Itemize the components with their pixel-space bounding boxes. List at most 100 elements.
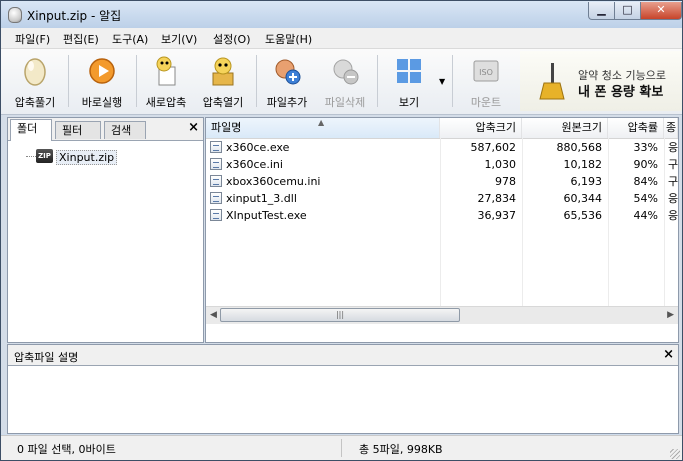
close-icon[interactable]: ×: [188, 120, 199, 135]
exe-file-icon: [210, 209, 222, 221]
zip-archive-icon: ZIP: [36, 149, 53, 163]
status-divider: [341, 439, 342, 457]
mount-label: 마운트: [470, 96, 502, 109]
packed-size: 587,602: [470, 141, 517, 154]
file-list-header: 파일명 ▲ 압축크기 원본크기 압축률 종: [206, 118, 678, 139]
extract-label: 압축풀기: [14, 96, 56, 109]
packed-size: 1,030: [484, 158, 517, 171]
description-title: 압축파일 설명: [14, 351, 79, 364]
original-size: 6,193: [570, 175, 603, 188]
original-size: 880,568: [556, 141, 603, 154]
column-label: 파일명: [211, 121, 242, 134]
column-header-ratio[interactable]: 압축률: [608, 118, 664, 138]
file-type: 구: [668, 158, 678, 171]
ad-banner[interactable]: 알약 청소 기능으로 내 폰 용량 확보: [520, 51, 682, 111]
sort-ascending-icon: ▲: [318, 118, 325, 127]
menu-settings[interactable]: 설정(O): [213, 31, 250, 47]
maximize-button[interactable]: □: [614, 2, 641, 20]
window-title: Xinput.zip - 알집: [27, 9, 122, 23]
close-icon[interactable]: ×: [663, 347, 674, 362]
close-window-button[interactable]: ✕: [640, 2, 682, 20]
add-file-button[interactable]: 파일추가: [259, 51, 315, 111]
menu-tools[interactable]: 도구(A): [112, 31, 148, 47]
file-name: XInputTest.exe: [226, 209, 307, 222]
file-type: 구: [668, 175, 678, 188]
original-size: 10,182: [563, 158, 603, 171]
file-row[interactable]: x360ce.ini 1,030 10,182 90% 구: [206, 156, 678, 173]
column-header-original-size[interactable]: 원본크기: [522, 118, 608, 138]
view-button[interactable]: 보기: [381, 51, 437, 111]
ad-text-line2: 내 폰 용량 확보: [578, 85, 664, 100]
main-area: 폴더 필터 검색 × ZIP Xinput.zip 파일명 ▲ 압축크기 원본크…: [1, 115, 682, 434]
toolbar-separator: [136, 55, 137, 107]
file-name: xbox360cemu.ini: [226, 175, 321, 188]
menu-edit[interactable]: 편집(E): [63, 31, 99, 47]
menu-file[interactable]: 파일(F): [15, 31, 50, 47]
resize-grip-icon[interactable]: [670, 449, 680, 459]
tab-folder[interactable]: 폴더: [10, 119, 52, 141]
toolbar-separator: [68, 55, 69, 107]
file-row[interactable]: xbox360cemu.ini 978 6,193 84% 구: [206, 173, 678, 190]
file-name: x360ce.exe: [226, 141, 290, 154]
add-file-icon: [275, 59, 301, 85]
status-bar: 0 파일 선택, 0바이트 총 5파일, 998KB: [1, 435, 682, 460]
file-row[interactable]: XInputTest.exe 36,937 65,536 44% 응: [206, 207, 678, 224]
dll-file-icon: [210, 192, 222, 204]
selection-status: 0 파일 선택, 0바이트: [17, 443, 116, 456]
column-header-packed-size[interactable]: 압축크기: [440, 118, 522, 138]
scroll-right-icon[interactable]: ▶: [667, 310, 674, 320]
iso-badge: ISO: [479, 68, 493, 77]
file-type: 응: [668, 192, 678, 205]
iso-disc-icon: ISO: [473, 60, 499, 82]
new-archive-button[interactable]: 새로압축: [139, 51, 193, 111]
column-header-filename[interactable]: 파일명 ▲: [206, 118, 440, 138]
open-archive-label: 압축열기: [202, 96, 244, 109]
folder-panel-tabs: 폴더 필터 검색 ×: [8, 118, 203, 141]
packed-size: 36,937: [477, 209, 517, 222]
tab-search[interactable]: 검색: [104, 121, 146, 139]
egg-icon: [24, 58, 46, 86]
delete-file-icon: [333, 59, 359, 85]
exe-file-icon: [210, 141, 222, 153]
add-file-label: 파일추가: [266, 96, 308, 109]
compression-ratio: 90%: [633, 158, 658, 171]
scroll-left-icon[interactable]: ◀: [210, 310, 217, 320]
ini-file-icon: [210, 158, 222, 170]
open-archive-button[interactable]: 압축열기: [195, 51, 251, 111]
horizontal-scrollbar[interactable]: ◀ ||| ▶: [206, 306, 678, 324]
folder-panel: 폴더 필터 검색 × ZIP Xinput.zip: [7, 117, 204, 343]
file-list-panel: 파일명 ▲ 압축크기 원본크기 압축률 종 x360ce.exe 587,602…: [205, 117, 679, 343]
toolbar: 압축풀기 바로실행 새로압축 압축열기 파일추가 파일삭제 보기 ▼ ISO 마…: [1, 49, 682, 115]
menu-view[interactable]: 보기(V): [161, 31, 197, 47]
original-size: 60,344: [563, 192, 603, 205]
title-bar[interactable]: Xinput.zip - 알집 ▁ □ ✕: [1, 1, 682, 28]
file-name: x360ce.ini: [226, 158, 283, 171]
extract-button[interactable]: 압축풀기: [5, 51, 65, 111]
file-type: 응: [668, 141, 678, 154]
run-button[interactable]: 바로실행: [71, 51, 133, 111]
archive-description-panel: 압축파일 설명 ×: [7, 344, 679, 434]
toolbar-separator: [377, 55, 378, 107]
file-type: 응: [668, 209, 678, 222]
packed-size: 27,834: [477, 192, 517, 205]
file-row[interactable]: x360ce.exe 587,602 880,568 33% 응: [206, 139, 678, 156]
file-row[interactable]: xinput1_3.dll 27,834 60,344 54% 응: [206, 190, 678, 207]
tree-item-label: Xinput.zip: [56, 150, 118, 165]
view-label: 보기: [398, 96, 420, 109]
packed-size: 978: [495, 175, 516, 188]
view-dropdown-chevron-icon[interactable]: ▼: [439, 77, 445, 86]
compression-ratio: 84%: [633, 175, 658, 188]
delete-file-button[interactable]: 파일삭제: [317, 51, 373, 111]
menu-help[interactable]: 도움말(H): [265, 31, 312, 47]
compression-ratio: 33%: [633, 141, 658, 154]
minimize-button[interactable]: ▁: [588, 2, 615, 20]
new-archive-icon: [156, 56, 176, 86]
column-header-type[interactable]: 종: [664, 118, 678, 138]
tab-filter[interactable]: 필터: [55, 121, 101, 139]
scrollbar-thumb[interactable]: |||: [220, 308, 460, 322]
mount-button[interactable]: ISO 마운트: [456, 51, 516, 111]
grid-view-icon: [397, 59, 421, 83]
compression-ratio: 44%: [633, 209, 658, 222]
run-label: 바로실행: [81, 96, 123, 109]
new-archive-label: 새로압축: [145, 96, 187, 109]
